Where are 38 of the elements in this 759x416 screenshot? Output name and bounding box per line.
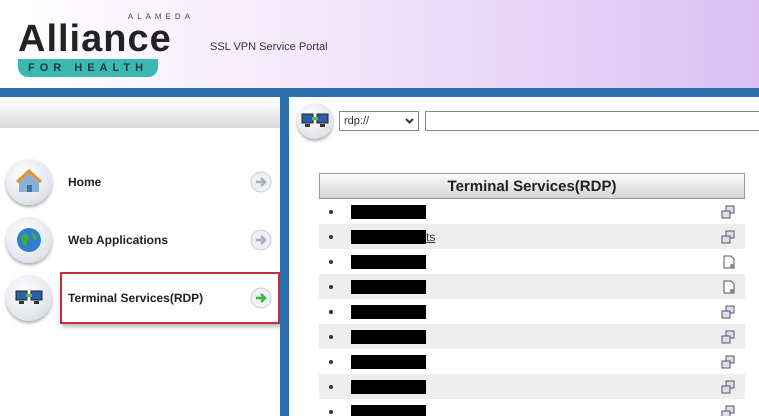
bullet (329, 360, 333, 364)
globe-icon (15, 226, 43, 254)
bullet (329, 284, 333, 288)
bullet (329, 310, 333, 314)
nav-icon-badge[interactable] (6, 275, 52, 321)
server-link[interactable]: ts (426, 230, 436, 244)
house-icon (16, 169, 42, 195)
nav-item[interactable]: Terminal Services(RDP) (60, 272, 280, 324)
bullet (329, 334, 333, 338)
nav-item[interactable]: Home (60, 156, 280, 208)
bullet (329, 210, 333, 214)
remote-desktop-icon[interactable] (721, 354, 735, 368)
protocol-select[interactable]: rdp:// (339, 111, 419, 131)
bullet (329, 260, 333, 264)
remote-desktop-icon[interactable] (721, 304, 735, 318)
remote-desktop-icon[interactable] (721, 204, 735, 218)
bullet (329, 410, 333, 414)
document-icon[interactable] (723, 280, 735, 294)
bullet (329, 234, 333, 238)
nav-label: Home (68, 175, 102, 189)
remote-desktop-icon[interactable] (721, 404, 735, 416)
monitors-icon (15, 289, 43, 307)
nav-item[interactable]: Web Applications (60, 214, 280, 266)
address-field[interactable] (425, 111, 759, 131)
nav-label: Web Applications (68, 233, 168, 247)
bullet (329, 384, 333, 388)
logo-text: Alliance (18, 20, 172, 56)
monitors-icon (301, 112, 329, 130)
remote-desktop-icon[interactable] (721, 380, 735, 394)
table-header: Terminal Services(RDP) (319, 173, 745, 199)
chevron-icon (405, 118, 414, 124)
remote-desktop-icon[interactable] (721, 230, 735, 244)
nav-label: Terminal Services(RDP) (68, 291, 204, 305)
portal-title: SSL VPN Service Portal (210, 41, 328, 53)
logo-band: FOR HEALTH (18, 58, 158, 76)
remote-desktop-icon[interactable] (721, 330, 735, 344)
document-icon[interactable] (723, 254, 735, 268)
logo-text: ALAMEDA (128, 12, 194, 20)
